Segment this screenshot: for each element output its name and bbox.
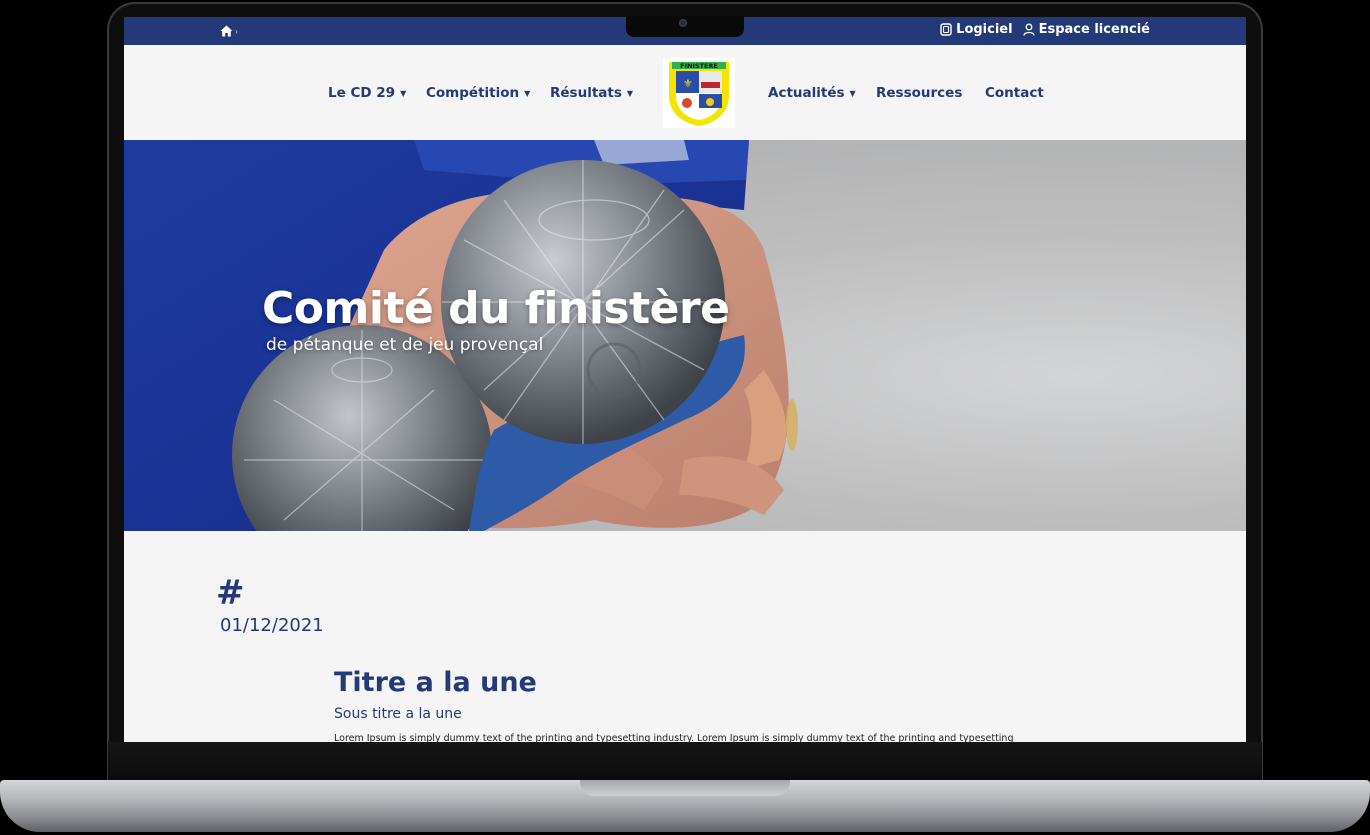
nav-item-actualites[interactable]: Actualités ▼ — [768, 85, 856, 101]
caret-down-icon: ▼ — [400, 88, 407, 98]
caret-down-icon: ▼ — [849, 88, 856, 98]
logiciel-label: Logiciel — [956, 22, 1013, 37]
top-links: Logiciel Espace licencié — [940, 22, 1150, 37]
espace-licencie-link[interactable]: Espace licencié — [1022, 22, 1150, 37]
logo-text: FINISTERE — [680, 62, 718, 70]
espace-licencie-label: Espace licencié — [1038, 22, 1150, 37]
laptop-base-groove — [580, 780, 790, 796]
svg-text:⚜: ⚜ — [683, 77, 693, 90]
article-subtitle: Sous titre a la une — [334, 706, 462, 722]
caret-down-icon: ▼ — [524, 88, 531, 98]
hero-subtitle: de pétanque et de jeu provençal — [266, 335, 544, 355]
hero-title: Comité du finistère — [262, 283, 730, 334]
finistere-logo[interactable]: FINISTERE ⚜ — [663, 58, 735, 128]
home-link[interactable]: › — [220, 25, 238, 37]
nav-item-competition[interactable]: Compétition ▼ — [426, 85, 530, 101]
software-icon — [940, 23, 952, 36]
user-icon — [1022, 23, 1035, 36]
nav-item-le-cd-29[interactable]: Le CD 29 ▼ — [328, 85, 406, 101]
breadcrumb-chevron-icon: › — [235, 26, 238, 36]
main-navbar: Le CD 29 ▼ Compétition ▼ Résultats ▼ FIN… — [124, 45, 1246, 140]
nav-item-resultats[interactable]: Résultats ▼ — [550, 85, 633, 101]
hero-banner: Comité du finistère de pétanque et de je… — [124, 140, 1246, 531]
camera-notch — [626, 16, 744, 37]
article-date: 01/12/2021 — [220, 615, 324, 636]
nav-label: Actualités — [768, 85, 845, 101]
hash-symbol: # — [216, 573, 245, 613]
caret-down-icon: ▼ — [626, 88, 634, 98]
logiciel-link[interactable]: Logiciel — [940, 22, 1013, 37]
nav-label: Résultats — [550, 85, 622, 101]
nav-label: Le CD 29 — [328, 85, 396, 101]
nav-label: Contact — [985, 85, 1044, 101]
article-body: Lorem Ipsum is simply dummy text of the … — [334, 733, 1014, 742]
nav-item-ressources[interactable]: Ressources — [876, 85, 962, 101]
nav-label: Ressources — [876, 85, 963, 101]
nav-label: Compétition — [426, 85, 520, 101]
laptop-chin — [108, 742, 1262, 782]
article-title[interactable]: Titre a la une — [334, 667, 537, 698]
webcam-icon — [679, 19, 687, 27]
home-icon — [220, 25, 233, 37]
website-screen: › Logiciel Espace licencié Le CD 29 ▼ Co… — [124, 17, 1246, 742]
nav-item-contact[interactable]: Contact — [985, 85, 1044, 101]
